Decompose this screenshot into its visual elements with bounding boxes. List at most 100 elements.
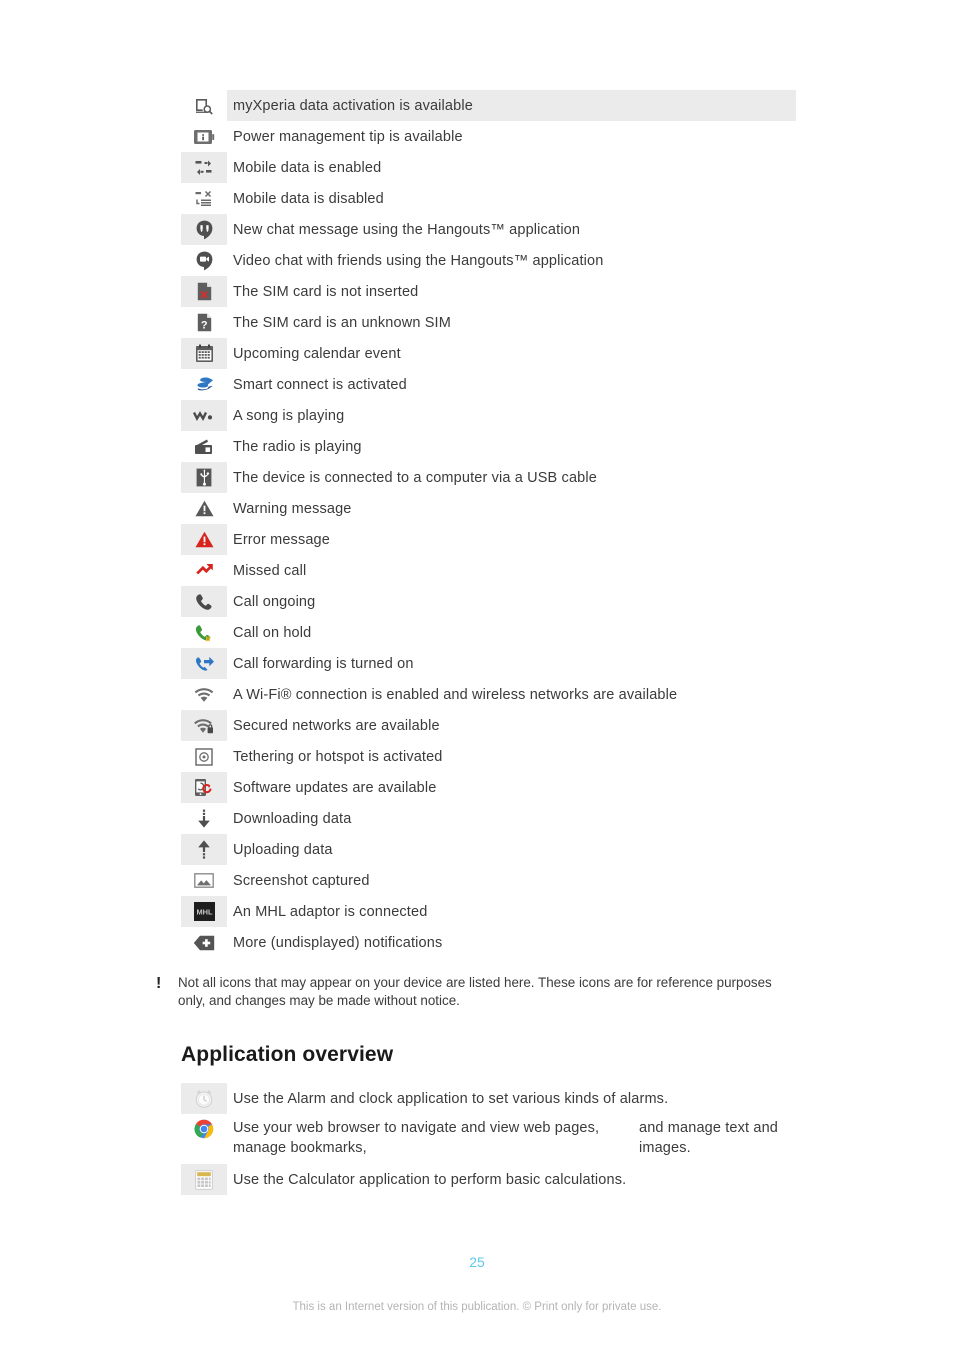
- mobile-data-enabled-icon: [181, 152, 227, 183]
- table-row: Software updates are available: [181, 772, 796, 803]
- mobile-data-disabled-icon: [181, 183, 227, 214]
- upload-icon: [181, 834, 227, 865]
- table-row: Uploading data: [181, 834, 796, 865]
- music-playing-icon: [181, 400, 227, 431]
- exclamation-icon: !: [156, 975, 162, 992]
- table-row: Use the Alarm and clock application to s…: [181, 1083, 796, 1114]
- status-icon-label: Smart connect is activated: [233, 376, 407, 393]
- call-ongoing-icon: [181, 586, 227, 617]
- software-update-icon: [181, 772, 227, 803]
- status-icon-label: Software updates are available: [233, 779, 437, 796]
- missed-call-icon: [181, 555, 227, 586]
- calculator-icon: [181, 1164, 227, 1195]
- status-icon-label: The radio is playing: [233, 438, 362, 455]
- table-row: myXperia data activation is available: [181, 90, 796, 121]
- status-icon-label: Upcoming calendar event: [233, 345, 401, 362]
- status-icon-label: Screenshot captured: [233, 872, 370, 889]
- table-row: Downloading data: [181, 803, 796, 834]
- status-icon-label: Power management tip is available: [233, 128, 463, 145]
- table-row: Call forwarding is turned on: [181, 648, 796, 679]
- app-overview-label-line2: and manage text and images.: [639, 1120, 778, 1156]
- mhl-adaptor-icon: MHL: [181, 896, 227, 927]
- error-icon: [181, 524, 227, 555]
- status-icon-label: Error message: [233, 531, 330, 548]
- status-icon-label: The SIM card is an unknown SIM: [233, 314, 451, 331]
- smart-connect-icon: [181, 369, 227, 400]
- table-row: Screenshot captured: [181, 865, 796, 896]
- wifi-available-icon: [181, 679, 227, 710]
- hangouts-video-chat-icon: [181, 245, 227, 276]
- table-row: Secured networks are available: [181, 710, 796, 741]
- status-icon-label: myXperia data activation is available: [227, 90, 796, 121]
- download-icon: [181, 803, 227, 834]
- table-row: More (undisplayed) notifications: [181, 927, 796, 958]
- status-icon-label: An MHL adaptor is connected: [233, 903, 428, 920]
- screenshot-icon: [181, 865, 227, 896]
- application-overview-table: Use the Alarm and clock application to s…: [181, 1083, 796, 1195]
- app-overview-label: Use your web browser to navigate and vie…: [227, 1114, 796, 1164]
- table-row: Power management tip is available: [181, 121, 796, 152]
- table-row: Use your web browser to navigate and vie…: [181, 1114, 796, 1164]
- table-row: Smart connect is activated: [181, 369, 796, 400]
- table-row: Call ongoing: [181, 586, 796, 617]
- wifi-secured-icon: [181, 710, 227, 741]
- status-icon-label: New chat message using the Hangouts™ app…: [233, 221, 581, 238]
- status-icons-table: myXperia data activation is available Po…: [181, 90, 796, 958]
- status-icon-label: The device is connected to a computer vi…: [233, 469, 597, 486]
- table-row: ? The SIM card is an unknown SIM: [181, 307, 796, 338]
- status-icon-label: The SIM card is not inserted: [233, 283, 419, 300]
- status-icon-label: Call forwarding is turned on: [233, 655, 414, 672]
- tethering-hotspot-icon: [181, 741, 227, 772]
- status-icon-label: Video chat with friends using the Hangou…: [233, 252, 604, 269]
- page-number: 25: [469, 1254, 485, 1270]
- table-row: Error message: [181, 524, 796, 555]
- table-row: A song is playing: [181, 400, 796, 431]
- table-row: Mobile data is disabled: [181, 183, 796, 214]
- status-icon-label: A Wi-Fi® connection is enabled and wirel…: [233, 686, 678, 703]
- radio-playing-icon: [181, 431, 227, 462]
- call-forwarding-icon: [181, 648, 227, 679]
- svg-text:?: ?: [200, 319, 207, 331]
- sim-card-not-inserted-icon: [181, 276, 227, 307]
- power-management-tip-icon: [181, 121, 227, 152]
- status-icon-label: Uploading data: [233, 841, 333, 858]
- table-row: Mobile data is enabled: [181, 152, 796, 183]
- app-overview-label-line1: Use your web browser to navigate and vie…: [233, 1120, 600, 1156]
- svg-text:MHL: MHL: [196, 907, 212, 916]
- page-title: Application overview: [181, 1043, 394, 1066]
- call-on-hold-icon: [181, 617, 227, 648]
- table-row: Tethering or hotspot is activated: [181, 741, 796, 772]
- app-overview-label: Use the Alarm and clock application to s…: [233, 1090, 669, 1107]
- table-row: Video chat with friends using the Hangou…: [181, 245, 796, 276]
- more-notifications-icon: [181, 927, 227, 958]
- status-icon-label: Call ongoing: [233, 593, 316, 610]
- note-block: ! Not all icons that may appear on your …: [156, 974, 796, 1010]
- myxperia-data-activation-icon: [181, 90, 227, 121]
- table-row: A Wi-Fi® connection is enabled and wirel…: [181, 679, 796, 710]
- table-row: Use the Calculator application to perfor…: [181, 1164, 796, 1195]
- table-row: New chat message using the Hangouts™ app…: [181, 214, 796, 245]
- status-icon-label: Call on hold: [233, 624, 312, 641]
- warning-icon: [181, 493, 227, 524]
- table-row: Missed call: [181, 555, 796, 586]
- hangouts-new-chat-icon: [181, 214, 227, 245]
- status-icon-label: Tethering or hotspot is activated: [233, 748, 443, 765]
- table-row: MHL An MHL adaptor is connected: [181, 896, 796, 927]
- calendar-event-icon: [181, 338, 227, 369]
- status-icon-label: A song is playing: [233, 407, 345, 424]
- table-row: The SIM card is not inserted: [181, 276, 796, 307]
- status-icon-label: Mobile data is enabled: [233, 159, 382, 176]
- web-browser-icon: [181, 1114, 227, 1164]
- table-row: The device is connected to a computer vi…: [181, 462, 796, 493]
- status-icon-label: Missed call: [233, 562, 307, 579]
- table-row: Call on hold: [181, 617, 796, 648]
- table-row: Warning message: [181, 493, 796, 524]
- status-icon-label: Warning message: [233, 500, 352, 517]
- usb-connected-icon: [181, 462, 227, 493]
- status-icon-label: More (undisplayed) notifications: [233, 934, 443, 951]
- footer-note: This is an Internet version of this publ…: [292, 1301, 662, 1313]
- status-icon-label: Secured networks are available: [233, 717, 440, 734]
- status-icon-label: Mobile data is disabled: [233, 190, 384, 207]
- note-text: Not all icons that may appear on your de…: [178, 975, 772, 1008]
- status-icon-label: Downloading data: [233, 810, 352, 827]
